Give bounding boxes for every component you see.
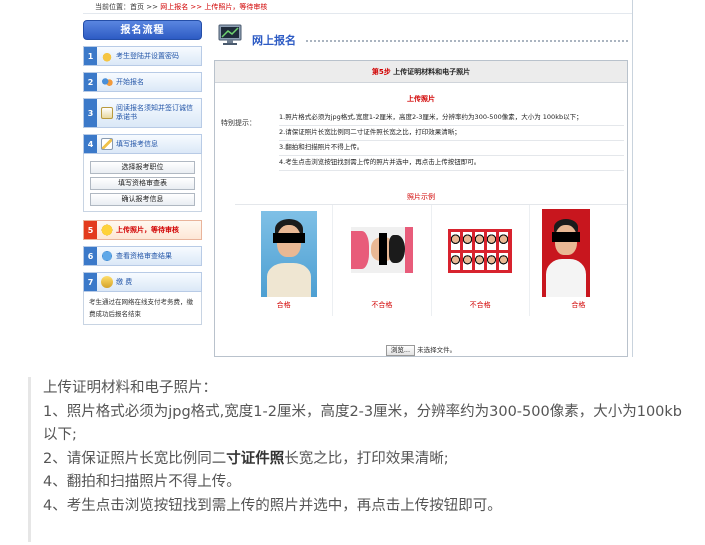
main-header: 网上报名 — [212, 20, 630, 54]
tip-item: 4.考生点击浏览按钮找到需上传的照片并选中，再点击上传按钮即可。 — [279, 156, 624, 171]
shirt — [351, 231, 370, 269]
privacy-bar — [551, 232, 580, 242]
quote-line-2: 2、请保证照片长宽比例同二寸证件照长宽之比，打印效果清晰; — [43, 448, 696, 472]
mini-photo — [499, 252, 509, 270]
globe-icon — [101, 250, 113, 262]
registration-flow-sidebar: 报名流程 1 考生登陆并设置密码 2 开始报名 3 阅读报名须知并签订诚信承诺书… — [83, 20, 202, 325]
payment-note: 考生通过在网络在线支付考务费，缴费成功后报名结束 — [83, 292, 202, 325]
verdict-label: 不合格 — [469, 301, 491, 309]
sidebar-step-start[interactable]: 2 开始报名 — [83, 72, 202, 92]
tip-item: 3.翻拍和扫描照片不得上传。 — [279, 141, 624, 156]
quote-line-2-start: 2、请保证照片长宽比例同二 — [43, 450, 227, 467]
verdict-label: 合格 — [571, 301, 586, 309]
step-number: 1 — [84, 47, 97, 65]
step-4-sub-menu: 选择报考职位 填写资格审查表 确认报考信息 — [83, 154, 202, 212]
mini-photo — [474, 252, 485, 270]
sample-cell: 合格 — [530, 205, 627, 316]
tip-item: 2.请保证照片长宽比例同二寸证件照长宽之比，打印效果清晰； — [279, 126, 624, 141]
step-number: 6 — [84, 247, 97, 265]
step-prefix: 第5步 — [371, 68, 391, 76]
quote-heading: 上传证明材料和电子照片： — [43, 380, 217, 396]
sample-cell: 不合格 — [432, 205, 530, 316]
step-label: 缴 费 — [116, 277, 133, 286]
sidebar-step-fill-info[interactable]: 4 填写报考信息 — [83, 134, 202, 154]
upload-panel: 第5步 上传证明材料和电子照片 上传照片 特别提示： 1.照片格式必须为jpg格… — [214, 60, 628, 357]
mini-photo — [462, 232, 472, 250]
mini-photo — [474, 232, 485, 250]
page-title: 网上报名 — [252, 34, 296, 47]
sidebar-header: 报名流程 — [83, 20, 202, 40]
sample-cell: 不合格 — [333, 205, 432, 316]
quote-line-2-end: 长宽之比，打印效果清晰; — [284, 450, 449, 467]
quote-line-3: 4、翻拍和扫描照片不得上传。 — [43, 474, 241, 490]
money-icon — [101, 276, 113, 288]
step-number: 2 — [84, 73, 97, 91]
step-number: 5 — [84, 221, 97, 239]
embedded-screenshot: 当前位置：首页 >> 网上报名 >> 上传照片，等待审核 报名流程 1 考生登陆… — [83, 0, 633, 357]
edit-icon — [101, 138, 113, 150]
step-label: 填写报考信息 — [116, 139, 158, 148]
mini-photo — [450, 252, 460, 270]
tips-label: 特别提示： — [221, 119, 256, 127]
select-position-button[interactable]: 选择报考职位 — [90, 161, 195, 174]
samples-title: 照片示例 — [407, 193, 435, 201]
photo-samples: 合格 不合格 不合格 合格 — [235, 204, 627, 316]
tip-item: 1.照片格式必须为jpg格式,宽度1-2厘米，高度2-3厘米，分辨率约为300-… — [279, 111, 624, 126]
header-divider — [306, 40, 628, 42]
shirt — [545, 259, 586, 297]
step-label: 考生登陆并设置密码 — [116, 51, 179, 60]
browse-button[interactable]: 浏览... — [385, 344, 416, 356]
verdict-label: 合格 — [276, 301, 291, 309]
quote-line-1: 1、照片格式必须为jpg格式,宽度1-2厘米，高度2-3厘米，分辨率约为300-… — [43, 403, 682, 444]
mini-photo — [499, 232, 509, 250]
sample-photo-red-background — [541, 209, 590, 297]
step-number: 7 — [84, 273, 97, 291]
smiley-icon — [101, 224, 113, 236]
sidebar-step-login[interactable]: 1 考生登陆并设置密码 — [83, 46, 202, 66]
section-title: 上传照片 — [407, 95, 435, 103]
privacy-bar — [379, 233, 388, 265]
tips-list: 1.照片格式必须为jpg格式,宽度1-2厘米，高度2-3厘米，分辨率约为300-… — [279, 111, 624, 171]
shirt — [267, 263, 311, 297]
breadcrumb-current: 网上报名 >> 上传照片，等待审核 — [160, 3, 268, 11]
sidebar-step-review-result[interactable]: 6 查看资格审查结果 — [83, 246, 202, 266]
step-label: 查看资格审查结果 — [116, 251, 172, 260]
step-label: 阅读报名须知并签订诚信承诺书 — [116, 104, 193, 121]
fill-qualification-form-button[interactable]: 填写资格审查表 — [90, 177, 195, 190]
breadcrumb: 当前位置：首页 >> 网上报名 >> 上传照片，等待审核 — [83, 0, 632, 14]
sidebar-step-payment[interactable]: 7 缴 费 — [83, 272, 202, 292]
sample-photo-rotated — [351, 227, 414, 273]
quote-line-4: 4、考生点击浏览按钮找到需上传的照片并选中，再点击上传按钮即可。 — [43, 497, 502, 514]
users-icon — [101, 76, 113, 88]
mini-photo — [487, 252, 497, 270]
privacy-bar — [273, 233, 305, 243]
step-label: 开始报名 — [116, 77, 144, 86]
step-label: 上传照片，等待审核 — [116, 225, 179, 234]
hair — [389, 235, 406, 263]
quote-line-2-bold: 寸证件照 — [226, 450, 285, 467]
file-upload-row: 浏览... 未选择文件。 — [215, 344, 627, 356]
verdict-label: 不合格 — [371, 301, 393, 309]
mini-photo — [450, 232, 460, 250]
lock-icon — [101, 50, 113, 62]
sample-cell: 合格 — [235, 205, 334, 316]
background-strip — [405, 227, 414, 273]
document-icon — [101, 107, 113, 119]
sidebar-step-upload-photo[interactable]: 5 上传照片，等待审核 — [83, 220, 202, 240]
step-number: 3 — [84, 99, 97, 127]
no-file-label: 未选择文件。 — [417, 346, 457, 354]
step-number: 4 — [84, 135, 97, 153]
mini-photo — [462, 252, 472, 270]
step-title: 第5步 上传证明材料和电子照片 — [215, 61, 627, 83]
sample-photo-grid — [447, 229, 512, 273]
quoted-text-block: 上传证明材料和电子照片： 1、照片格式必须为jpg格式,宽度1-2厘米，高度2-… — [28, 377, 696, 542]
monitor-icon — [218, 24, 242, 45]
breadcrumb-prefix: 当前位置：首页 >> — [95, 3, 158, 11]
mini-photo — [487, 232, 497, 250]
sidebar-step-read-notice[interactable]: 3 阅读报名须知并签订诚信承诺书 — [83, 98, 202, 128]
step-title-text: 上传证明材料和电子照片 — [393, 68, 471, 76]
confirm-info-button[interactable]: 确认报考信息 — [90, 193, 195, 206]
sample-photo-qualified — [261, 211, 317, 297]
